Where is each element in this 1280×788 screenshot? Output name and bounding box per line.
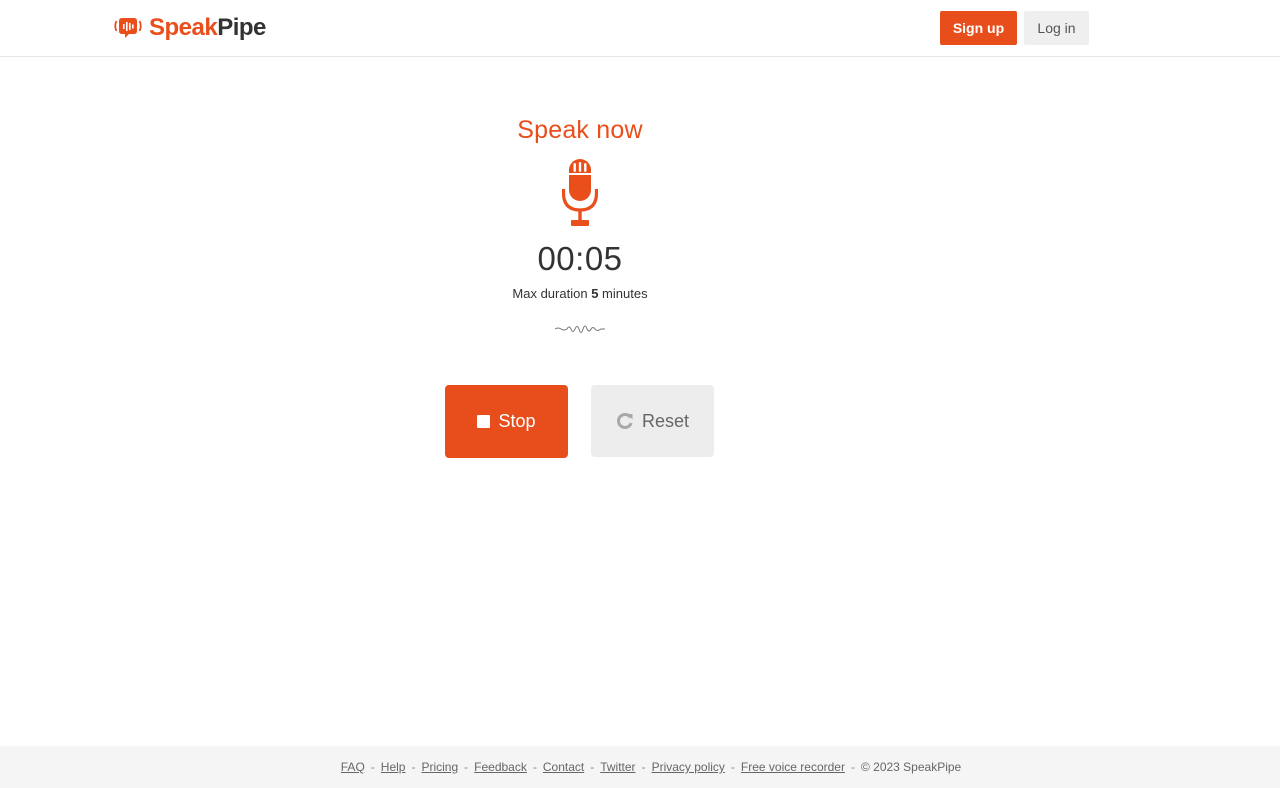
footer-separator: -	[411, 760, 416, 774]
recorder-panel: Speak now 00:05 Max duration 5 minutes	[430, 110, 730, 337]
site-header: SpeakPipe Sign up Log in	[0, 0, 1280, 57]
footer-copyright: © 2023 SpeakPipe	[860, 760, 962, 774]
max-duration-value: 5	[591, 286, 599, 301]
footer-separator: -	[850, 760, 855, 774]
site-footer: FAQ - Help - Pricing - Feedback - Contac…	[0, 746, 1280, 788]
login-button[interactable]: Log in	[1024, 11, 1089, 45]
footer-separator: -	[730, 760, 735, 774]
footer-separator: -	[370, 760, 375, 774]
speak-now-heading: Speak now	[517, 116, 643, 144]
footer-link-pricing[interactable]: Pricing	[421, 760, 458, 774]
footer-link-contact[interactable]: Contact	[543, 760, 584, 774]
reset-button-label: Reset	[641, 410, 690, 431]
logo-text-speak: Speak	[149, 14, 218, 41]
max-duration-text: Max duration 5 minutes	[430, 285, 730, 303]
stop-button[interactable]: Stop	[445, 385, 568, 458]
footer-link-free-voice-recorder[interactable]: Free voice recorder	[741, 760, 845, 774]
footer-link-twitter[interactable]: Twitter	[600, 760, 635, 774]
signup-button[interactable]: Sign up	[940, 11, 1017, 45]
footer-link-help[interactable]: Help	[381, 760, 406, 774]
reset-button[interactable]: Reset	[591, 385, 714, 457]
footer-separator: -	[641, 760, 646, 774]
footer-separator: -	[532, 760, 537, 774]
max-duration-prefix: Max duration	[512, 286, 588, 301]
footer-link-feedback[interactable]: Feedback	[474, 760, 527, 774]
footer-separator: -	[590, 760, 595, 774]
footer-link-privacy-policy[interactable]: Privacy policy	[652, 760, 725, 774]
stop-square-icon	[477, 415, 491, 428]
speech-bubble-waveform-icon	[114, 18, 142, 38]
logo-wordmark: SpeakPipe	[149, 14, 266, 42]
logo-text-pipe: Pipe	[217, 14, 266, 41]
microphone-icon	[562, 159, 598, 226]
recording-timer: 00:05	[537, 240, 623, 277]
footer-separator: -	[464, 760, 469, 774]
stop-button-label: Stop	[498, 411, 536, 431]
waveform-icon	[555, 325, 605, 333]
footer-link-faq[interactable]: FAQ	[341, 760, 365, 774]
speakpipe-logo[interactable]: SpeakPipe	[113, 13, 266, 43]
refresh-icon	[617, 413, 633, 429]
max-duration-suffix: minutes	[602, 286, 648, 301]
